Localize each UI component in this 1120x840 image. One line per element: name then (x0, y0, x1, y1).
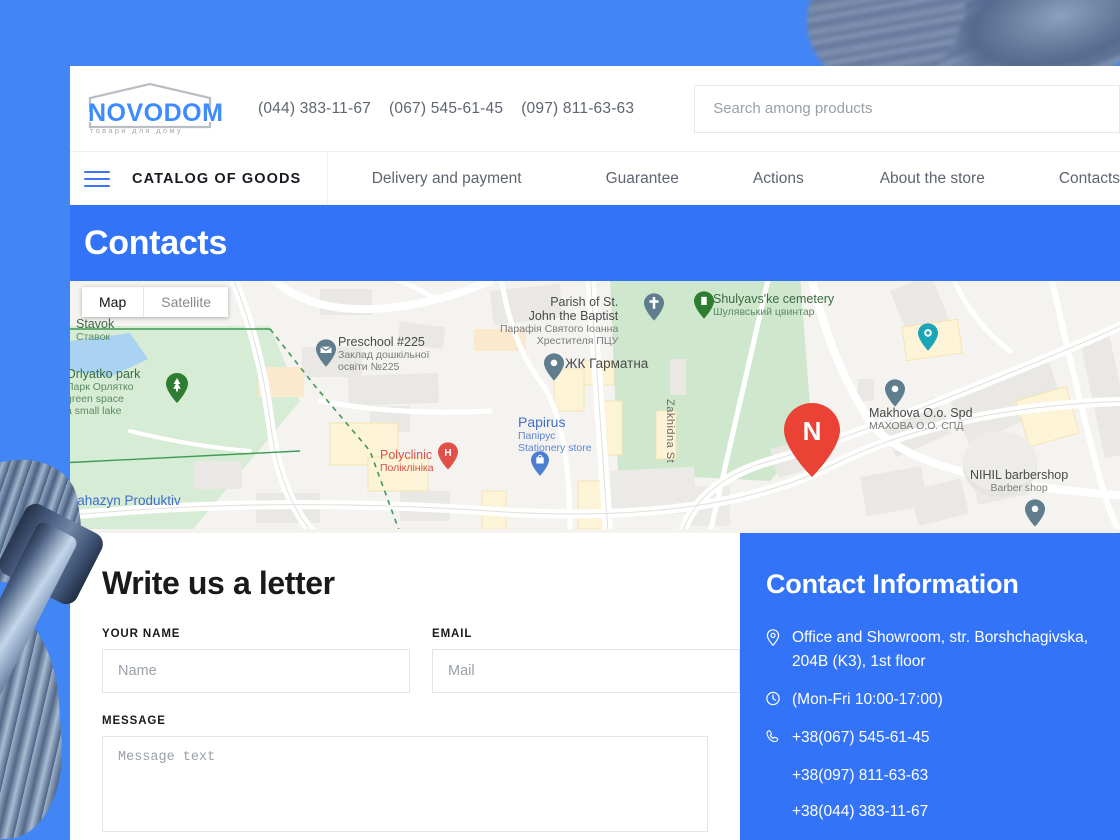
email-label: EMAIL (432, 628, 473, 640)
form-row-name-email: YOUR NAME EMAIL (102, 628, 740, 693)
hamburger-menu-icon[interactable] (84, 170, 110, 187)
nav-item-delivery-and-payment[interactable]: Delivery and payment (372, 170, 522, 188)
nav-item-contacts[interactable]: Contacts (1059, 170, 1120, 188)
nav-item-actions[interactable]: Actions (753, 170, 804, 188)
page-title: Contacts (84, 223, 228, 262)
site-header: NOVODOM товари для дому (044) 383-11-67 … (70, 66, 1120, 151)
form-heading: Write us a letter (102, 565, 335, 601)
contact-hours-row: (Mon-Fri 10:00-17:00) (766, 688, 1090, 712)
contact-phone-3[interactable]: +38(044) 383-11-67 (792, 800, 1090, 824)
field-message: MESSAGE (102, 715, 740, 837)
contact-information-heading: Contact Information (766, 569, 1019, 599)
email-input[interactable] (432, 649, 740, 693)
contact-phone-2[interactable]: +38(097) 811-63-63 (792, 764, 1090, 788)
map-street-label-zakhidna: Zakhidna St (664, 399, 676, 464)
nav-item-guarantee[interactable]: Guarantee (606, 170, 679, 188)
map-type-switcher[interactable]: Map Satellite (82, 287, 229, 317)
field-email: EMAIL (432, 628, 740, 693)
message-label: MESSAGE (102, 715, 166, 727)
map-canvas (70, 281, 1120, 533)
contacts-bottom-section: Write us a letter YOUR NAME EMAIL MESSAG… (70, 533, 1120, 840)
svg-text:N: N (803, 416, 822, 446)
site-logo[interactable]: NOVODOM товари для дому (84, 80, 223, 138)
contact-form: Write us a letter YOUR NAME EMAIL MESSAG… (70, 533, 740, 840)
contact-phone-1[interactable]: +38(067) 545-61-45 (792, 726, 929, 750)
header-phone-2[interactable]: (067) 545-61-45 (389, 100, 503, 118)
logo-tagline: товари для дому (90, 125, 183, 135)
search-container (694, 84, 1120, 133)
your-name-input[interactable] (102, 649, 410, 693)
contact-address-row: Office and Showroom, str. Borshchagivska… (766, 626, 1090, 674)
header-phone-1[interactable]: (044) 383-11-67 (258, 100, 371, 118)
message-textarea[interactable] (102, 736, 708, 832)
contact-phone-row: +38(067) 545-61-45 (766, 726, 1090, 750)
contact-hours: (Mon-Fri 10:00-17:00) (792, 691, 943, 709)
catalog-button-label: CATALOG OF GOODS (132, 170, 302, 187)
your-name-label: YOUR NAME (102, 628, 181, 640)
catalog-of-goods-button[interactable]: CATALOG OF GOODS (70, 152, 328, 205)
header-phone-3[interactable]: (097) 811-63-63 (521, 100, 634, 118)
main-navigation: CATALOG OF GOODS Delivery and payment Gu… (70, 151, 1120, 205)
svg-text:H: H (444, 448, 451, 459)
field-your-name: YOUR NAME (102, 628, 410, 693)
contact-information-list: Office and Showroom, str. Borshchagivska… (766, 626, 1090, 824)
location-pin-icon (766, 626, 781, 674)
map-type-satellite[interactable]: Satellite (144, 287, 228, 317)
search-input[interactable] (713, 100, 1101, 117)
nav-link-list: Delivery and payment Guarantee Actions A… (328, 152, 1120, 205)
map-type-map[interactable]: Map (82, 287, 145, 317)
logo-wordmark: NOVODOM (88, 98, 224, 127)
nav-item-about-the-store[interactable]: About the store (880, 170, 985, 188)
contact-information-panel: Contact Information Office and Showroom,… (740, 533, 1120, 840)
page-title-band: Contacts (70, 205, 1120, 281)
phone-icon (766, 726, 781, 750)
site-container: NOVODOM товари для дому (044) 383-11-67 … (70, 66, 1120, 840)
location-map[interactable]: Map Satellite Stavok Ставок Orlyatko par… (70, 281, 1120, 533)
contact-address: Office and Showroom, str. Borshchagivska… (792, 629, 1089, 671)
header-phone-list: (044) 383-11-67 (067) 545-61-45 (097) 81… (258, 100, 634, 118)
search-box[interactable] (694, 84, 1120, 133)
clock-icon (766, 688, 781, 712)
